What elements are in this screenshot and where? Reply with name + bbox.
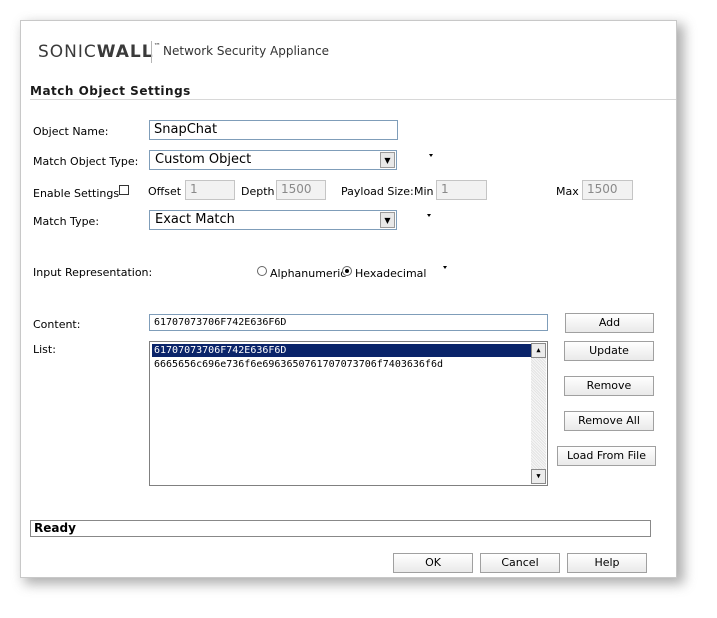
- alphanumeric-label: Alphanumeric: [270, 267, 347, 280]
- header-divider: [151, 41, 152, 63]
- match-object-dialog: SONICWALL™ Network Security Appliance Ma…: [20, 20, 677, 578]
- chevron-down-icon[interactable]: ▼: [380, 152, 395, 168]
- list-item[interactable]: 61707073706F742E636F6D: [152, 344, 532, 357]
- offset-label: Offset: [148, 185, 182, 198]
- help-marker-icon: [427, 214, 431, 217]
- content-list[interactable]: 61707073706F742E636F6D 6665656c696e736f6…: [149, 341, 548, 486]
- chevron-down-icon[interactable]: ▼: [380, 212, 395, 228]
- depth-input[interactable]: 1500: [276, 180, 326, 200]
- content-label: Content:: [33, 318, 81, 331]
- scroll-up-icon[interactable]: ▲: [531, 343, 546, 358]
- load-from-file-button[interactable]: Load From File: [557, 446, 656, 466]
- help-marker-icon: [429, 154, 433, 157]
- help-marker-icon: [443, 266, 447, 269]
- alphanumeric-radio[interactable]: [257, 266, 267, 276]
- max-label: Max: [556, 185, 579, 198]
- ok-button[interactable]: OK: [393, 553, 473, 573]
- offset-input[interactable]: 1: [185, 180, 235, 200]
- match-type-value: Exact Match: [155, 212, 235, 227]
- object-name-input[interactable]: SnapChat: [149, 120, 398, 140]
- list-label: List:: [33, 343, 56, 356]
- status-bar: Ready: [30, 520, 651, 537]
- match-object-type-select[interactable]: Custom Object ▼: [149, 150, 397, 170]
- content-input[interactable]: 61707073706F742E636F6D: [149, 314, 548, 331]
- remove-all-button[interactable]: Remove All: [564, 411, 654, 431]
- help-button[interactable]: Help: [567, 553, 647, 573]
- update-button[interactable]: Update: [564, 341, 654, 361]
- enable-settings-label: Enable Settings: [33, 187, 120, 200]
- hexadecimal-label: Hexadecimal: [355, 267, 427, 280]
- payload-size-label: Payload Size:: [341, 185, 414, 198]
- section-divider: [30, 99, 676, 100]
- hexadecimal-radio[interactable]: [342, 266, 352, 276]
- max-input[interactable]: 1500: [582, 180, 633, 200]
- match-object-type-label: Match Object Type:: [33, 155, 139, 168]
- match-type-select[interactable]: Exact Match ▼: [149, 210, 397, 230]
- list-item[interactable]: 6665656c696e736f6e6963650761707073706f74…: [152, 358, 443, 371]
- match-object-type-value: Custom Object: [155, 152, 252, 167]
- scroll-down-icon[interactable]: ▼: [531, 469, 546, 484]
- remove-button[interactable]: Remove: [564, 376, 654, 396]
- object-name-label: Object Name:: [33, 125, 109, 138]
- add-button[interactable]: Add: [565, 313, 654, 333]
- list-scrollbar[interactable]: ▲ ▼: [531, 343, 546, 484]
- section-title: Match Object Settings: [30, 84, 191, 98]
- min-label: Min: [414, 185, 434, 198]
- cancel-button[interactable]: Cancel: [480, 553, 560, 573]
- depth-label: Depth: [241, 185, 275, 198]
- input-representation-label: Input Representation:: [33, 266, 153, 279]
- sonicwall-logo: SONICWALL™: [38, 42, 161, 62]
- min-input[interactable]: 1: [436, 180, 487, 200]
- enable-settings-checkbox[interactable]: [119, 185, 129, 195]
- product-subtitle: Network Security Appliance: [163, 44, 330, 58]
- match-type-label: Match Type:: [33, 215, 100, 228]
